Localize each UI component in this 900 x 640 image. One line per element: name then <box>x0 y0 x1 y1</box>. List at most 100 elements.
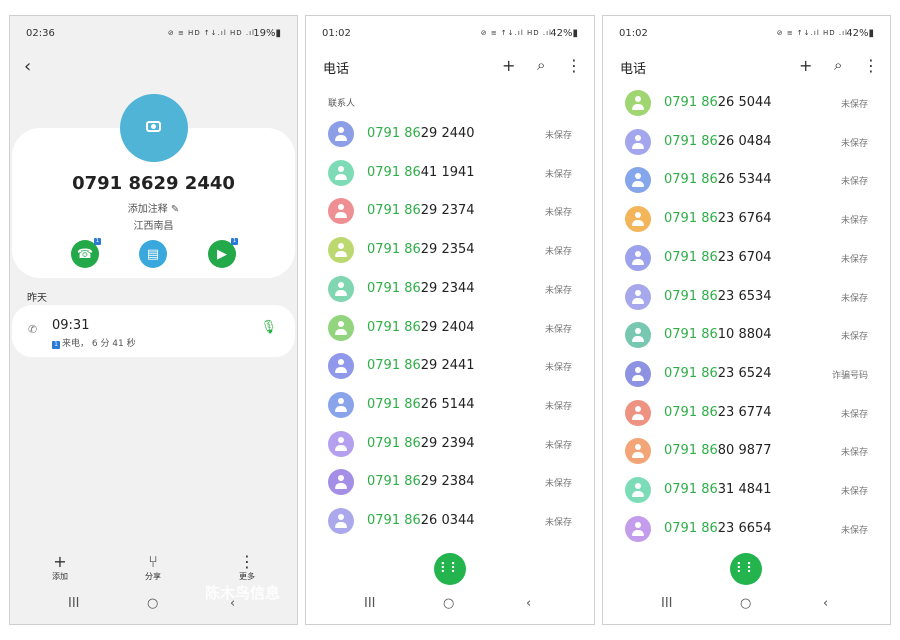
save-status: 未保存 <box>840 293 868 304</box>
add-label: 添加 <box>52 572 68 581</box>
sim-badge: 1 <box>94 238 101 245</box>
list-item[interactable]: 0791 8610 8804 未保存 <box>603 316 890 354</box>
phone-number: 0791 8629 2344 <box>367 281 475 296</box>
contact-avatar <box>625 477 651 503</box>
list-item[interactable]: 0791 8626 0484 未保存 <box>603 123 890 161</box>
more-options-icon[interactable]: ⋮ <box>863 56 879 75</box>
person-icon-body <box>632 142 644 149</box>
home-icon[interactable]: ○ <box>147 596 158 611</box>
contact-avatar <box>625 128 651 155</box>
matched-prefix: 0791 86 <box>664 365 718 381</box>
status-time: 02:36 <box>26 28 55 39</box>
home-icon[interactable]: ○ <box>443 596 454 611</box>
list-item[interactable]: 0791 8623 6534 未保存 <box>603 278 890 316</box>
save-status: 未保存 <box>840 254 868 265</box>
add-action-button[interactable]: + 添加 <box>40 553 80 582</box>
list-item[interactable]: 0791 8623 6764 未保存 <box>603 200 890 238</box>
matched-prefix: 0791 86 <box>367 513 421 528</box>
recents-icon[interactable]: III <box>68 596 80 611</box>
add-icon[interactable]: + <box>799 56 812 75</box>
contact-avatar <box>625 206 651 233</box>
recents-icon[interactable]: III <box>364 596 376 611</box>
list-item[interactable]: 0791 8629 2344 未保存 <box>306 270 594 308</box>
list-item[interactable]: 0791 8629 2374 未保存 <box>306 192 594 230</box>
matched-prefix: 0791 86 <box>664 404 718 420</box>
nav-back-icon[interactable]: ‹ <box>526 596 531 611</box>
list-item[interactable]: 0791 8629 2440 未保存 <box>306 115 594 153</box>
call-icon: ☎ <box>76 246 94 262</box>
list-item[interactable]: 0791 8626 5044 未保存 <box>603 84 890 122</box>
battery-indicator: 19%▮ <box>253 28 281 39</box>
home-icon[interactable]: ○ <box>740 596 751 611</box>
status-time: 01:02 <box>619 28 648 39</box>
list-item[interactable]: 0791 8623 6654 未保存 <box>603 510 890 548</box>
save-status: 未保存 <box>544 208 572 219</box>
nav-back-icon[interactable]: ‹ <box>823 596 828 611</box>
add-icon[interactable]: + <box>502 56 515 75</box>
person-icon <box>338 281 344 288</box>
share-action-button[interactable]: ⑂ 分享 <box>133 553 173 582</box>
contact-avatar <box>328 391 354 418</box>
status-bar: 02:36 ⊘ ≡ HD ↑↓.ıl HD .ıl 19%▮ <box>10 28 297 44</box>
phone-number: 0791 8623 6764 <box>664 211 772 226</box>
list-item[interactable]: 0791 8631 4841 未保存 <box>603 471 890 509</box>
person-icon-body <box>632 374 644 381</box>
recents-icon[interactable]: III <box>661 596 673 611</box>
list-item[interactable]: 0791 8626 5344 未保存 <box>603 161 890 199</box>
section-header-contacts: 联系人 <box>328 99 356 109</box>
matched-prefix: 0791 86 <box>664 211 718 227</box>
person-icon-body <box>632 104 644 110</box>
person-icon <box>338 397 344 404</box>
more-action-button[interactable]: ⋮ 更多 <box>227 553 267 582</box>
call-time: 09:31 <box>52 318 90 333</box>
phone-number: 0791 8626 0484 <box>664 134 772 149</box>
contact-avatar <box>328 353 354 380</box>
list-item[interactable]: 0791 8629 2394 未保存 <box>306 425 594 463</box>
message-button[interactable]: ▤ <box>139 240 167 268</box>
recording-mic-icon[interactable]: 🎙 <box>260 320 277 335</box>
phone-number: 0791 8623 6654 <box>664 521 772 536</box>
contact-avatar <box>328 508 354 534</box>
person-icon-body <box>335 289 347 296</box>
search-icon[interactable]: ⌕ <box>834 56 842 74</box>
list-item[interactable]: 0791 8623 6774 未保存 <box>603 394 890 432</box>
person-icon-body <box>632 413 644 420</box>
video-button[interactable]: ▶ 1 <box>208 238 238 268</box>
list-item[interactable]: 0791 8680 9877 未保存 <box>603 432 890 470</box>
list-item[interactable]: 0791 8626 5144 未保存 <box>306 386 594 424</box>
phone-number: 0791 8641 1941 <box>367 165 475 180</box>
contact-avatar <box>328 430 354 457</box>
number-rest: 29 2440 <box>420 126 475 141</box>
phone-number: 0791 8680 9877 <box>664 443 772 458</box>
list-item[interactable]: 0791 8626 0344 未保存 <box>306 502 594 540</box>
person-icon <box>635 405 641 412</box>
call-button[interactable]: ☎ 1 <box>71 238 101 268</box>
more-options-icon[interactable]: ⋮ <box>566 56 582 75</box>
dialpad-button[interactable]: ⠇⠇ <box>434 553 466 585</box>
status-bar: 01:02 ⊘ ≡ ↑↓.ıl HD .ıl 42%▮ <box>306 28 594 44</box>
back-arrow-icon[interactable]: ‹ <box>24 56 31 77</box>
list-item[interactable]: 0791 8629 2354 未保存 <box>306 231 594 269</box>
save-status: 未保存 <box>544 247 572 258</box>
sim-badge: 1 <box>52 341 60 349</box>
list-item[interactable]: 0791 8629 2404 未保存 <box>306 309 594 347</box>
matched-prefix: 0791 86 <box>664 327 718 343</box>
contact-photo-avatar[interactable] <box>120 94 188 162</box>
list-item[interactable]: 0791 8623 6524 诈骗号码 <box>603 355 890 393</box>
app-title: 电话 <box>620 62 647 77</box>
battery-indicator: 42%▮ <box>846 28 874 39</box>
search-icon[interactable]: ⌕ <box>537 56 545 74</box>
call-log-entry[interactable]: ✆ 09:31 1 来电， 6 分 41 秒 🎙 <box>12 305 295 357</box>
add-note-link[interactable]: 添加注释 ✎ <box>10 200 297 215</box>
list-item[interactable]: 0791 8629 2441 未保存 <box>306 347 594 385</box>
dialpad-button[interactable]: ⠇⠇ <box>730 553 762 585</box>
person-icon <box>338 359 344 366</box>
nav-back-icon[interactable]: ‹ <box>230 596 235 611</box>
status-time: 01:02 <box>322 28 351 39</box>
list-item[interactable]: 0791 8623 6704 未保存 <box>603 239 890 277</box>
person-icon-body <box>632 452 644 459</box>
list-item[interactable]: 0791 8629 2384 未保存 <box>306 463 594 501</box>
number-rest: 26 0344 <box>420 513 475 528</box>
save-status: 未保存 <box>840 177 868 188</box>
list-item[interactable]: 0791 8641 1941 未保存 <box>306 154 594 192</box>
